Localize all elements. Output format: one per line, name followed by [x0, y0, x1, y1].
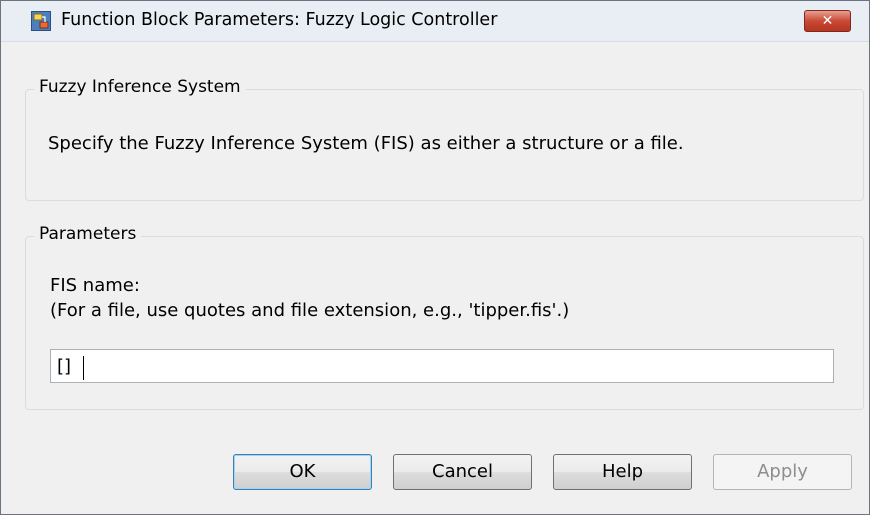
dialog-window: Function Block Parameters: Fuzzy Logic C…	[0, 0, 870, 515]
fis-groupbox: Fuzzy Inference System Specify the Fuzzy…	[25, 77, 864, 201]
ok-button[interactable]: OK	[233, 454, 372, 490]
close-button[interactable]: ✕	[804, 10, 851, 32]
title-bar[interactable]: Function Block Parameters: Fuzzy Logic C…	[1, 1, 869, 42]
close-icon: ✕	[821, 13, 834, 29]
cancel-button[interactable]: Cancel	[393, 454, 532, 490]
simulink-block-icon	[31, 11, 51, 31]
help-button[interactable]: Help	[553, 454, 692, 490]
fis-name-input[interactable]	[50, 349, 834, 383]
fis-group-legend: Fuzzy Inference System	[34, 77, 246, 97]
fis-name-hint: (For a file, use quotes and file extensi…	[50, 300, 570, 321]
text-caret	[83, 356, 84, 380]
apply-button[interactable]: Apply	[713, 454, 852, 490]
fis-name-label: FIS name:	[50, 275, 140, 296]
parameters-groupbox: Parameters FIS name: (For a file, use qu…	[25, 224, 864, 410]
parameters-group-legend: Parameters	[34, 224, 142, 244]
fis-description: Specify the Fuzzy Inference System (FIS)…	[48, 133, 684, 154]
window-title: Function Block Parameters: Fuzzy Logic C…	[61, 10, 498, 30]
